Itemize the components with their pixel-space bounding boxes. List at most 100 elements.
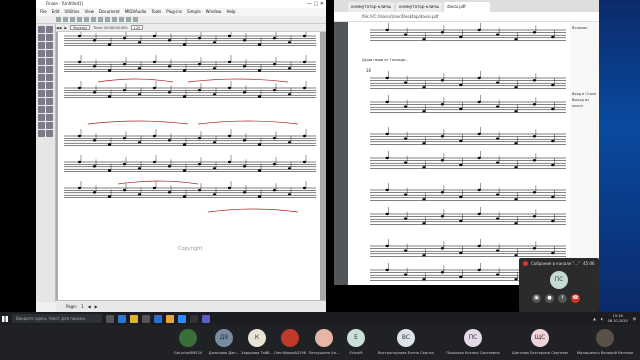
undo-icon[interactable] xyxy=(84,17,89,22)
simple-entry-tool-icon[interactable] xyxy=(38,50,45,57)
print-icon[interactable] xyxy=(77,17,82,22)
finale-menubar: File Edit Utilities View Document MIDI/A… xyxy=(36,8,326,16)
special-tools-icon[interactable] xyxy=(46,98,53,105)
teams-icon[interactable] xyxy=(202,314,210,323)
menu-tools[interactable]: Tools xyxy=(151,8,161,16)
menu-document[interactable]: Document xyxy=(99,8,120,16)
zoom-icon[interactable] xyxy=(98,17,103,22)
clef-tool-icon[interactable] xyxy=(38,42,45,49)
record-icon[interactable] xyxy=(133,17,138,22)
staff-tool-icon[interactable] xyxy=(46,26,53,33)
zoom-tool-icon[interactable] xyxy=(38,130,45,137)
page-layout-tool-icon[interactable] xyxy=(38,114,45,121)
speedy-entry-tool-icon[interactable] xyxy=(46,50,53,57)
participant-tile[interactable]: ЩС Щеглова Екатерина Сергеевна xyxy=(512,329,568,355)
hand-grabber-tool-icon[interactable] xyxy=(46,130,53,137)
tempo-field[interactable]: 120 xyxy=(130,25,144,30)
finale-document-area[interactable]: Copyright xyxy=(56,32,326,300)
redo-icon[interactable] xyxy=(91,17,96,22)
store-icon[interactable] xyxy=(142,314,150,323)
participant-tile[interactable]: E EvinaM xyxy=(328,329,384,355)
explorer-icon[interactable] xyxy=(130,314,138,323)
taskbar-search[interactable]: Введите здесь текст для поиска xyxy=(12,314,102,323)
microphone-icon[interactable]: ● xyxy=(545,294,554,303)
clock[interactable]: 15:18 06.10.2020 xyxy=(608,314,628,323)
score-notation xyxy=(64,32,316,213)
score-page[interactable]: Copyright xyxy=(58,32,320,300)
finale-icon[interactable] xyxy=(190,314,198,323)
menu-file[interactable]: File xyxy=(40,8,47,16)
finale-window: Finale - [Untitled1] — ▢ ✕ File Edit Uti… xyxy=(36,0,326,312)
selection-tool-icon[interactable] xyxy=(38,26,45,33)
call-avatar: ПС xyxy=(550,271,568,289)
key-signature-tool-icon[interactable] xyxy=(38,34,45,41)
smart-shape-tool-icon[interactable] xyxy=(38,66,45,73)
graphics-tool-icon[interactable] xyxy=(46,90,53,97)
mirror-tool-icon[interactable] xyxy=(46,106,53,113)
menu-utilities[interactable]: Utilities xyxy=(64,8,79,16)
camera-icon[interactable]: ▣ xyxy=(532,294,541,303)
repeats-dropdown[interactable]: Repeats xyxy=(70,25,91,30)
notifications-icon[interactable]: ▤ xyxy=(633,317,636,321)
tab-1[interactable]: коммутатор-клипы xyxy=(348,2,394,12)
tab-pdf[interactable]: davai.pdf xyxy=(444,2,490,12)
play-button-icon[interactable]: ▶ xyxy=(64,26,67,30)
menu-simple[interactable]: Simple xyxy=(187,8,201,16)
participant-tile[interactable]: ВС Востроноухова Елена Сергеевна xyxy=(378,329,434,355)
measure-tool-icon[interactable] xyxy=(46,42,53,49)
tab-2[interactable]: коммутатор-клипы xyxy=(396,2,442,12)
menu-help[interactable]: Help xyxy=(226,8,235,16)
window-controls[interactable]: — ▢ ✕ xyxy=(307,0,324,8)
lyrics-tool-icon[interactable] xyxy=(46,82,53,89)
participant-tile[interactable]: ПС Пышкова Ксения Сергеевна xyxy=(445,329,501,355)
mail-icon[interactable] xyxy=(154,314,162,323)
expression-tool-icon[interactable] xyxy=(38,74,45,81)
tuplet-tool-icon[interactable] xyxy=(46,58,53,65)
menu-view[interactable]: View xyxy=(85,8,95,16)
chord-tool-icon[interactable] xyxy=(38,82,45,89)
stop-icon[interactable] xyxy=(126,17,131,22)
page-number-field[interactable]: 1 xyxy=(81,304,84,309)
volume-icon[interactable]: ◖ xyxy=(601,317,603,321)
articulation-tool-icon[interactable] xyxy=(46,66,53,73)
browser-tabs: коммутатор-клипы коммутатор-клипы davai.… xyxy=(334,0,599,12)
time-signature-tool-icon[interactable] xyxy=(46,34,53,41)
zoom-icon[interactable] xyxy=(178,314,186,323)
start-button[interactable] xyxy=(0,312,10,325)
save-icon[interactable] xyxy=(70,17,75,22)
pdf-viewer[interactable]: Души наши от Господа... 16 xyxy=(334,22,599,285)
menu-window[interactable]: Window xyxy=(206,8,222,16)
open-icon[interactable] xyxy=(63,17,68,22)
rewind-icon[interactable]: ◀◀ xyxy=(56,26,61,30)
next-page-icon[interactable]: ▶ xyxy=(95,304,98,309)
hangup-icon[interactable]: ☎ xyxy=(571,294,580,303)
play-icon[interactable] xyxy=(119,17,124,22)
participant-tile[interactable]: Малышенко Валерий Евгеньевич xyxy=(577,329,633,355)
copyright-text: Copyright xyxy=(178,246,203,252)
ossia-tool-icon[interactable] xyxy=(46,122,53,129)
hand-icon[interactable] xyxy=(105,17,110,22)
network-icon[interactable]: ▲ xyxy=(593,317,596,321)
selection-icon[interactable] xyxy=(112,17,117,22)
repeat-tool-icon[interactable] xyxy=(46,74,53,81)
note-mover-tool-icon[interactable] xyxy=(38,106,45,113)
hyperscribe-tool-icon[interactable] xyxy=(38,58,45,65)
share-icon[interactable]: ↑ xyxy=(558,294,567,303)
address-bar[interactable]: file:///C:/Users/User/Desktop/davai.pdf xyxy=(334,12,599,22)
text-tool-icon[interactable] xyxy=(38,90,45,97)
participant-name: Малышенко Валерий Евгеньевич xyxy=(577,351,633,355)
prev-page-icon[interactable]: ◀ xyxy=(88,304,91,309)
menu-plugins[interactable]: Plug-ins xyxy=(166,8,182,16)
avatar: E xyxy=(347,329,365,347)
menu-edit[interactable]: Edit xyxy=(52,8,60,16)
call-title: Собрание в канале "..." xyxy=(531,261,580,266)
new-icon[interactable] xyxy=(56,17,61,22)
menu-midi-audio[interactable]: MIDI/Audio xyxy=(125,8,147,16)
chrome-icon[interactable] xyxy=(166,314,174,323)
midi-tool-icon[interactable] xyxy=(38,122,45,129)
playback-controls: ◀◀ ▶ Repeats Time: 00:00:00.000 120 xyxy=(36,24,326,32)
resize-tool-icon[interactable] xyxy=(38,98,45,105)
task-view-icon[interactable] xyxy=(106,314,114,323)
edge-icon[interactable] xyxy=(118,314,126,323)
mass-edit-tool-icon[interactable] xyxy=(46,114,53,121)
